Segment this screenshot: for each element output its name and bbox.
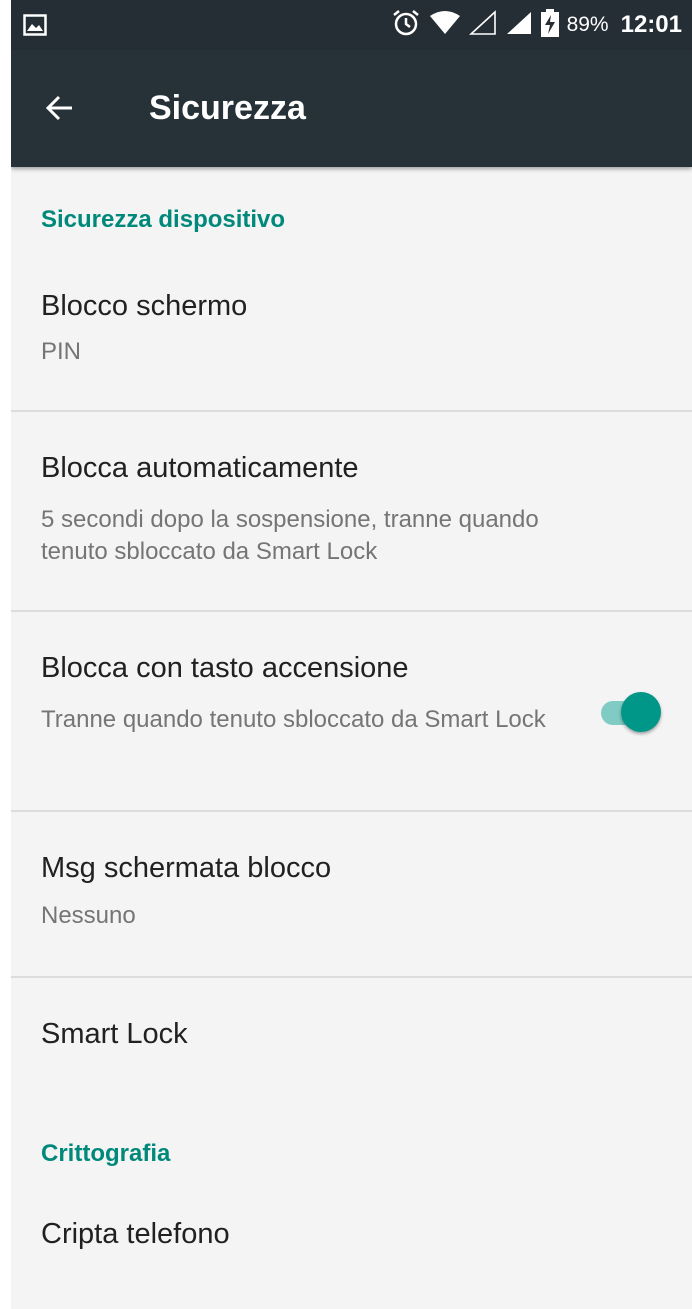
setting-encrypt-phone[interactable]: Cripta telefono: [11, 1196, 692, 1296]
battery-charging-icon: [540, 8, 559, 42]
settings-screen: 89% 12:01 Sicurezza Sicurezza dispositiv…: [11, 0, 692, 1309]
setting-summary: PIN: [41, 338, 82, 365]
section-header-device-security: Sicurezza dispositivo: [41, 206, 286, 233]
setting-power-button-lock[interactable]: Blocca con tasto accensione Tranne quand…: [11, 612, 692, 810]
page-title: Sicurezza: [149, 89, 306, 127]
status-bar: 89% 12:01: [11, 0, 692, 50]
setting-smart-lock[interactable]: Smart Lock: [11, 978, 692, 1090]
arrow-back-icon: [44, 93, 74, 128]
setting-title: Blocca con tasto accensione: [41, 652, 409, 684]
power-button-lock-switch[interactable]: [599, 688, 665, 736]
alarm-icon: [391, 8, 421, 43]
app-bar: Sicurezza: [11, 50, 692, 167]
wifi-icon: [429, 10, 461, 41]
setting-summary: 5 secondi dopo la sospensione, tranne qu…: [41, 506, 539, 565]
switch-thumb: [621, 692, 661, 732]
setting-screen-lock[interactable]: Blocco schermo PIN: [11, 270, 692, 410]
setting-lockscreen-message[interactable]: Msg schermata blocco Nessuno: [11, 812, 692, 976]
setting-title: Smart Lock: [41, 1018, 188, 1050]
setting-summary: Nessuno: [41, 902, 136, 929]
signal-icon: [505, 10, 533, 41]
image-notification-icon: [23, 14, 47, 41]
clock: 12:01: [620, 11, 682, 38]
setting-summary: Tranne quando tenuto sbloccato da Smart …: [41, 706, 546, 733]
signal-empty-icon: [468, 9, 497, 41]
setting-title: Blocca automaticamente: [41, 452, 359, 484]
section-header-encryption: Crittografia: [41, 1140, 171, 1167]
setting-title: Msg schermata blocco: [41, 852, 332, 884]
setting-auto-lock[interactable]: Blocca automaticamente 5 secondi dopo la…: [11, 412, 692, 610]
battery-percent: 89%: [566, 13, 609, 36]
setting-title: Blocco schermo: [41, 290, 248, 322]
setting-title: Cripta telefono: [41, 1218, 230, 1250]
back-button[interactable]: [37, 88, 81, 132]
